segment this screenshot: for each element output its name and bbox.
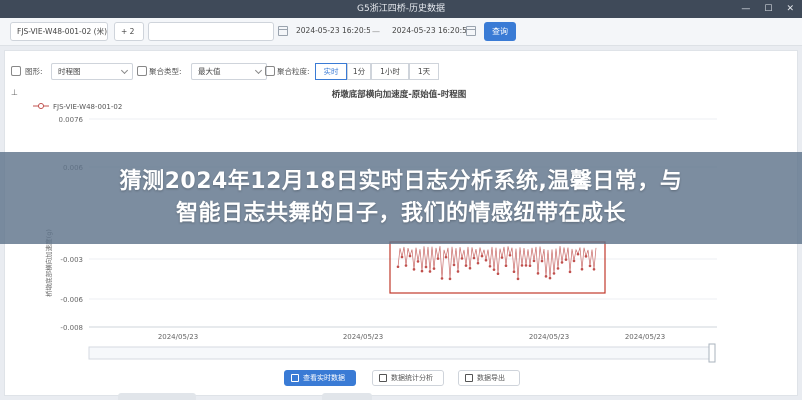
zoom-slider[interactable] bbox=[88, 343, 716, 363]
x-tick-label: 2024/05/23 bbox=[625, 333, 665, 341]
series-point bbox=[452, 263, 456, 267]
series-point bbox=[568, 270, 572, 274]
series-point bbox=[548, 276, 552, 280]
series-point bbox=[524, 264, 528, 267]
minimize-icon[interactable]: — bbox=[741, 0, 750, 18]
series-point bbox=[472, 256, 476, 260]
series-point bbox=[584, 255, 588, 258]
series-point bbox=[484, 258, 488, 262]
series-point bbox=[516, 277, 520, 281]
close-icon[interactable]: ✕ bbox=[786, 0, 794, 18]
series-point bbox=[404, 264, 408, 267]
series-point bbox=[412, 268, 416, 271]
chart-icon bbox=[379, 374, 387, 382]
headline-line-2: 智能日志共舞的日子，我们的情感纽带在成长 bbox=[175, 201, 626, 226]
series-point bbox=[592, 267, 596, 271]
series-point bbox=[540, 259, 544, 263]
x-tick-label: 2024/05/23 bbox=[158, 333, 198, 341]
series-point bbox=[456, 270, 460, 273]
series-point bbox=[408, 254, 412, 258]
series-point bbox=[588, 264, 592, 268]
chart-title: 桥墩底部横向加速度-原始值-时程图 bbox=[332, 89, 467, 100]
y-tick-label: -0.003 bbox=[60, 256, 83, 264]
series-point bbox=[520, 264, 524, 267]
series-point bbox=[428, 270, 432, 273]
start-time-input[interactable]: 2024-05-23 16:20:55 bbox=[290, 22, 370, 41]
y-tick-label: 0.0076 bbox=[59, 116, 84, 124]
footer-tab-left bbox=[118, 393, 196, 400]
tag-chip-primary[interactable]: FJS-VIE-W48-001-02 (米) bbox=[10, 22, 108, 41]
series-point bbox=[504, 264, 508, 268]
stats-analysis-label: 数据统计分析 bbox=[391, 374, 433, 382]
series-point bbox=[500, 256, 504, 259]
tag-chip-more[interactable]: + 2 bbox=[114, 22, 144, 41]
series-point bbox=[480, 254, 484, 258]
headline-banner: 猜测2024年12月18日实时日志分析系统,温馨日常，与 智能日志共舞的日子，我… bbox=[0, 152, 802, 244]
series-point bbox=[560, 261, 564, 264]
filter-bar: FJS-VIE-W48-001-02 (米) + 2 2024-05-23 16… bbox=[0, 18, 802, 46]
maximize-icon[interactable]: ☐ bbox=[764, 0, 772, 18]
zoom-slider-handle[interactable] bbox=[708, 343, 716, 363]
series-point bbox=[576, 252, 580, 256]
series-point bbox=[528, 264, 532, 268]
series-point bbox=[536, 272, 540, 275]
series-point bbox=[468, 266, 472, 270]
export-button[interactable]: 数据导出 bbox=[458, 370, 520, 386]
series-point bbox=[496, 272, 500, 276]
export-label: 数据导出 bbox=[477, 374, 505, 382]
y-axis-top-mark: ⊥ bbox=[11, 88, 18, 97]
series-point bbox=[544, 275, 548, 278]
series-point bbox=[448, 277, 452, 281]
series-point bbox=[416, 260, 420, 263]
series-point bbox=[400, 255, 404, 259]
view-realtime-label: 查看实时数据 bbox=[303, 374, 345, 382]
x-tick-label: 2024/05/23 bbox=[529, 333, 569, 341]
series-point bbox=[444, 255, 448, 259]
series-point bbox=[564, 258, 568, 261]
window-controls: — ☐ ✕ bbox=[741, 0, 794, 18]
chart-legend[interactable]: FJS-VIE-W48-001-02 bbox=[33, 103, 122, 111]
window-titlebar: G5浙江四桥-历史数据 — ☐ ✕ bbox=[0, 0, 802, 18]
query-button[interactable]: 查询 bbox=[484, 22, 516, 41]
series-point bbox=[552, 272, 556, 275]
end-time-input[interactable]: 2024-05-23 16:20:55 bbox=[386, 22, 466, 41]
series-point bbox=[432, 267, 436, 270]
series-marks bbox=[396, 246, 597, 281]
monitor-icon bbox=[291, 374, 299, 382]
legend-label: FJS-VIE-W48-001-02 bbox=[53, 103, 122, 111]
stats-analysis-button[interactable]: 数据统计分析 bbox=[372, 370, 444, 386]
series-point bbox=[556, 267, 560, 270]
series-point bbox=[508, 253, 512, 257]
series-point bbox=[488, 264, 492, 268]
tag-select-input[interactable] bbox=[148, 22, 274, 41]
series-point bbox=[424, 265, 428, 269]
headline-line-1: 猜测2024年12月18日实时日志分析系统,温馨日常，与 bbox=[119, 169, 683, 194]
series-point bbox=[580, 267, 584, 271]
series-point bbox=[476, 261, 480, 265]
series-point bbox=[460, 257, 464, 260]
series-point bbox=[436, 257, 440, 260]
series-point bbox=[440, 277, 444, 280]
x-tick-label: 2024/05/23 bbox=[343, 333, 383, 341]
view-realtime-button[interactable]: 查看实时数据 bbox=[284, 370, 356, 386]
range-separator: — bbox=[372, 27, 380, 36]
x-axis-ticks: 2024/05/23 2024/05/23 2024/05/23 2024/05/23 bbox=[158, 333, 665, 341]
window-title: G5浙江四桥-历史数据 bbox=[357, 4, 445, 14]
series-point bbox=[512, 270, 516, 274]
zoom-slider-track[interactable] bbox=[88, 346, 716, 360]
action-bar: 查看实时数据 数据统计分析 数据导出 bbox=[0, 370, 802, 388]
y-tick-label: -0.008 bbox=[60, 324, 83, 332]
calendar-icon-end bbox=[466, 26, 476, 36]
legend-swatch-marker bbox=[38, 103, 44, 109]
export-icon bbox=[465, 374, 473, 382]
series-point bbox=[464, 264, 468, 267]
series-point bbox=[532, 259, 536, 263]
series-point bbox=[396, 265, 400, 269]
calendar-icon bbox=[278, 26, 288, 36]
series-point bbox=[420, 269, 424, 273]
footer-tab-mid bbox=[322, 393, 372, 400]
series-point bbox=[492, 268, 496, 271]
series-point bbox=[572, 259, 576, 263]
y-tick-label: -0.006 bbox=[60, 296, 83, 304]
